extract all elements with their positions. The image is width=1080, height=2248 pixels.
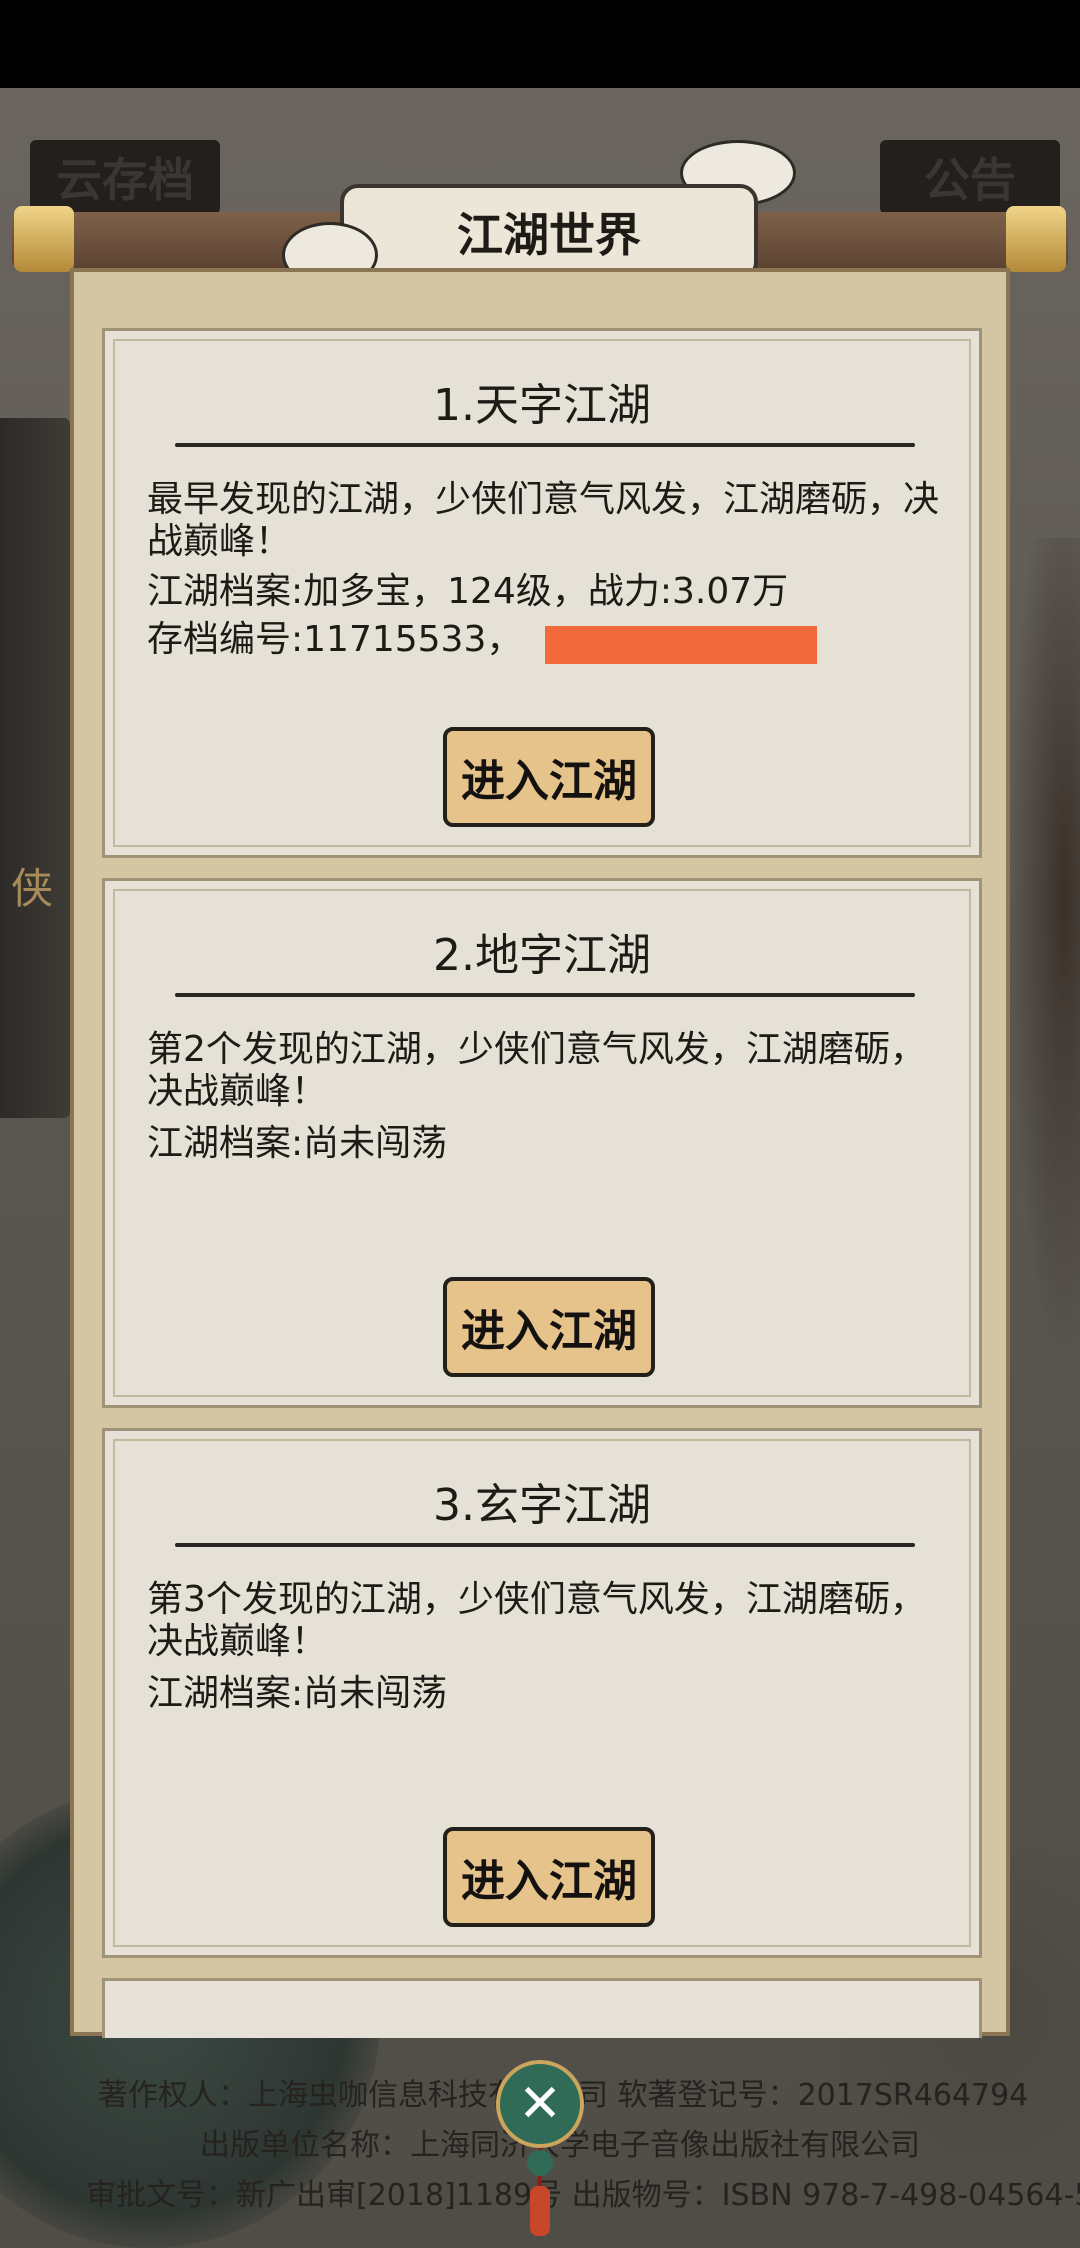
scroll-cap-left — [14, 206, 74, 272]
pendant-bead — [527, 2150, 553, 2176]
world-card-3: 3.玄字江湖 第3个发现的江湖，少侠们意气风发，江湖磨砺，决战巅峰！ 江湖档案:… — [102, 1428, 982, 1958]
page-title: 江湖世界 — [340, 184, 758, 280]
divider — [175, 993, 915, 997]
divider — [175, 1543, 915, 1547]
enter-world-button[interactable]: 进入江湖 — [443, 1827, 655, 1927]
world-card-2: 2.地字江湖 第2个发现的江湖，少侠们意气风发，江湖磨砺，决战巅峰！ 江湖档案:… — [102, 878, 982, 1408]
world-card-1: 1.天字江湖 最早发现的江湖，少侠们意气风发，江湖磨砺，决战巅峰！ 江湖档案:加… — [102, 328, 982, 858]
pavilion-pillar — [0, 418, 70, 1118]
pendant-tassel — [530, 2186, 550, 2236]
divider — [175, 443, 915, 447]
world-archive: 江湖档案:尚未闯荡 — [147, 1123, 448, 1164]
enter-world-button[interactable]: 进入江湖 — [443, 1277, 655, 1377]
cloud-save-button[interactable]: 云存档 — [30, 140, 220, 214]
status-bar — [0, 0, 1080, 88]
world-title: 2.地字江湖 — [433, 930, 651, 981]
crossed-swords-icon[interactable]: ✕ — [496, 2060, 584, 2148]
pillar-sign: 侠 — [10, 863, 53, 913]
plum-branch — [1000, 538, 1080, 1438]
world-description: 第2个发现的江湖，少侠们意气风发，江湖磨砺，决战巅峰！ — [147, 1029, 926, 1112]
world-card-4-partial — [102, 1978, 982, 2038]
announcement-button[interactable]: 公告 — [880, 140, 1060, 214]
save-id: 存档编号:11715533， — [147, 619, 523, 660]
approval-line: 审批文号：新广出审[2018]1189号 出版物号：ISBN 978-7-498… — [86, 2178, 1080, 2213]
world-archive: 江湖档案:加多宝，124级，战力:3.07万 — [147, 571, 789, 612]
world-archive: 江湖档案:尚未闯荡 — [147, 1673, 448, 1714]
enter-world-button[interactable]: 进入江湖 — [443, 727, 655, 827]
world-list-panel[interactable]: 1.天字江湖 最早发现的江湖，少侠们意气风发，江湖磨砺，决战巅峰！ 江湖档案:加… — [70, 268, 1010, 2038]
world-title: 1.天字江湖 — [433, 380, 651, 431]
world-title: 3.玄字江湖 — [433, 1480, 651, 1531]
world-description: 最早发现的江湖，少侠们意气风发，江湖磨砺，决战巅峰！ — [147, 479, 940, 562]
redaction-mark — [545, 626, 817, 664]
scroll-cap-right — [1006, 206, 1066, 272]
world-description: 第3个发现的江湖，少侠们意气风发，江湖磨砺，决战巅峰！ — [147, 1579, 926, 1662]
